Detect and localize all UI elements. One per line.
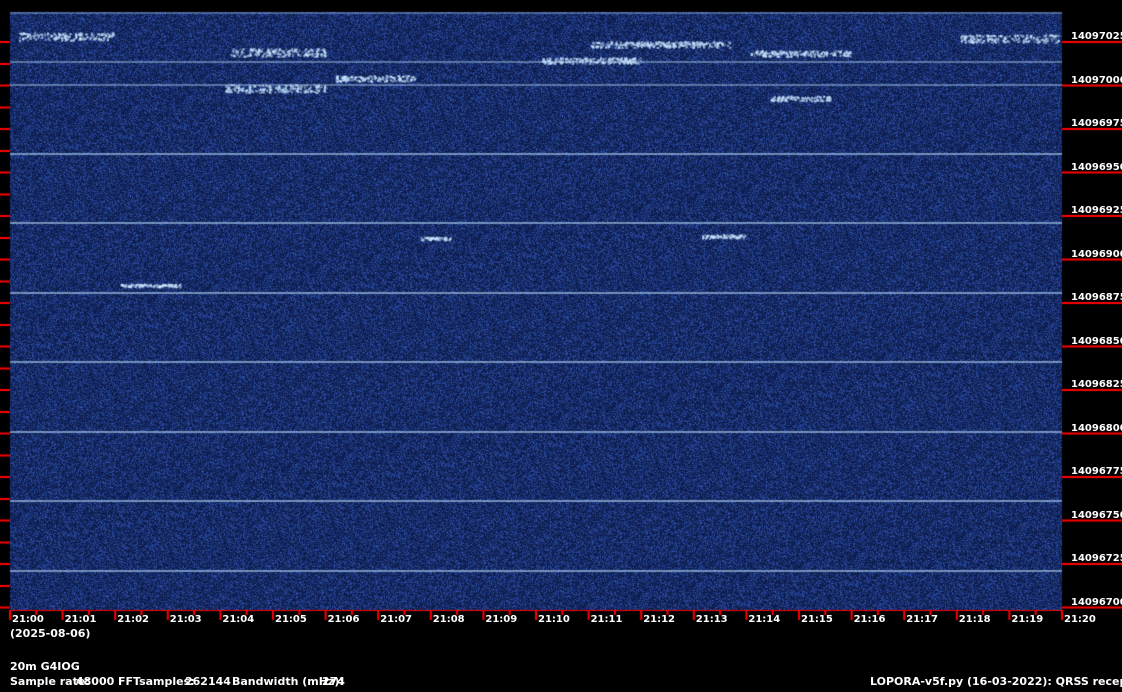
time-tick-label: 21:09 [485,614,518,625]
fft-samples-value: 262144 [185,675,231,688]
time-tick-label: 21:04 [222,614,255,625]
frequency-tick-label: 14097000 [1071,74,1122,86]
time-tick-label: 21:20 [1064,614,1096,625]
time-tick-label: 21:06 [327,614,360,625]
bandwidth-value: 274 [322,675,345,688]
frequency-tick-label: 14096800 [1071,422,1122,434]
band-callsign-label: 20m G4IOG [10,660,80,673]
spectrogram-waterfall [0,0,1122,692]
frequency-tick-label: 14096850 [1071,335,1122,347]
frequency-tick-label: 14096725 [1071,553,1122,564]
time-tick-label: 21:16 [853,614,886,625]
time-tick-label: 21:15 [801,614,833,625]
frequency-tick-label: 14096925 [1071,205,1122,216]
time-tick-label: 21:17 [906,614,939,625]
time-tick-label: 21:19 [1011,614,1044,625]
time-tick-label: 21:08 [432,614,465,625]
frequency-tick-label: 14096775 [1071,466,1122,477]
time-tick-label: 21:18 [958,614,991,625]
time-tick-label: 21:13 [695,614,728,625]
time-tick-label: 21:01 [64,614,97,625]
time-tick-label: 21:14 [748,614,781,625]
frequency-tick-label: 14096825 [1071,379,1122,390]
frequency-tick-label: 14096700 [1071,596,1122,608]
time-tick-label: 21:11 [590,614,623,625]
frequency-tick-label: 14096950 [1071,161,1122,173]
time-tick-label: 21:02 [117,614,150,625]
frequency-tick-label: 14096900 [1071,248,1122,260]
time-tick-label: 21:05 [275,614,307,625]
sample-rate-value: 48000 [76,675,115,688]
time-tick-label: 21:03 [169,614,202,625]
fft-samples-label: FFTsamples: [118,675,195,688]
frequency-tick-label: 14096875 [1071,292,1122,303]
frequency-tick-label: 14096750 [1071,509,1122,521]
time-tick-label: 21:12 [643,614,676,625]
frequency-tick-label: 14096975 [1071,118,1122,129]
software-version-label: LOPORA-v5f.py (16-03-2022): QRSS recepti… [870,675,1122,688]
time-tick-label: 21:00 [12,614,44,625]
date-label: (2025-08-06) [10,627,91,640]
time-tick-label: 21:10 [538,614,570,625]
time-tick-label: 21:07 [380,614,413,625]
frequency-tick-label: 14097025 [1071,31,1122,42]
